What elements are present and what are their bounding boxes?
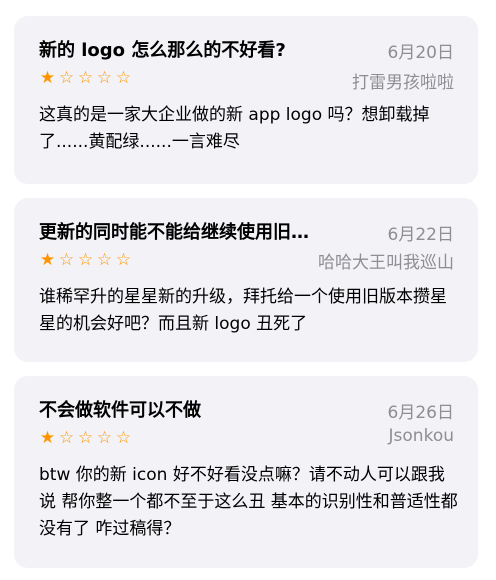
star-empty-icon: ☆ <box>58 68 75 88</box>
star-filled-icon: ★ <box>39 68 56 88</box>
review-date: 6月20日 <box>387 43 454 63</box>
star-empty-icon: ☆ <box>77 428 94 448</box>
star-rating: ★ ☆ ☆ ☆ ☆ <box>39 252 132 269</box>
review-date: 6月26日 <box>387 403 454 423</box>
review-card[interactable]: 不会做软件可以不做 6月26日 ★ ☆ ☆ ☆ ☆ Jsonkou btw 你的新 ic… <box>14 376 478 568</box>
review-body: btw 你的新 icon 好不好看没点嘛？请不动人可以跟我说 帮你整一个都不至于… <box>39 465 458 539</box>
star-empty-icon: ☆ <box>58 428 75 448</box>
review-author: 打雷男孩啦啦 <box>352 73 454 93</box>
star-empty-icon: ☆ <box>96 428 113 448</box>
review-body: 这真的是一家大企业做的新 app logo 吗？想卸载掉了......黄配绿..… <box>39 105 430 152</box>
star-rating: ★ ☆ ☆ ☆ ☆ <box>39 430 132 447</box>
star-empty-icon: ☆ <box>115 68 132 88</box>
review-body: 谁稀罕升的星星新的升级，拜托给一个使用旧版本攒星星的机会好吧？而且新 logo … <box>39 287 447 334</box>
review-title: 更新的同时能不能给继续使用旧… <box>39 222 309 243</box>
star-rating: ★ ☆ ☆ ☆ ☆ <box>39 70 132 87</box>
review-card[interactable]: 新的 logo 怎么那么的不好看? 6月20日 ★ ☆ ☆ ☆ ☆ 打雷男孩啦啦 这真的… <box>14 16 478 184</box>
review-date: 6月22日 <box>387 225 454 245</box>
star-filled-icon: ★ <box>39 428 56 448</box>
star-filled-icon: ★ <box>39 250 56 270</box>
star-empty-icon: ☆ <box>77 250 94 270</box>
star-empty-icon: ☆ <box>96 68 113 88</box>
star-empty-icon: ☆ <box>115 250 132 270</box>
review-author: 哈哈大王叫我巡山 <box>318 253 454 273</box>
review-title: 新的 logo 怎么那么的不好看? <box>39 40 286 61</box>
star-empty-icon: ☆ <box>58 250 75 270</box>
star-empty-icon: ☆ <box>96 250 113 270</box>
review-author: Jsonkou <box>388 426 454 446</box>
review-title: 不会做软件可以不做 <box>39 400 201 421</box>
review-card[interactable]: 更新的同时能不能给继续使用旧… 6月22日 ★ ☆ ☆ ☆ ☆ 哈哈大王叫我巡山 谁稀罕… <box>14 198 478 362</box>
star-empty-icon: ☆ <box>77 68 94 88</box>
star-empty-icon: ☆ <box>115 428 132 448</box>
